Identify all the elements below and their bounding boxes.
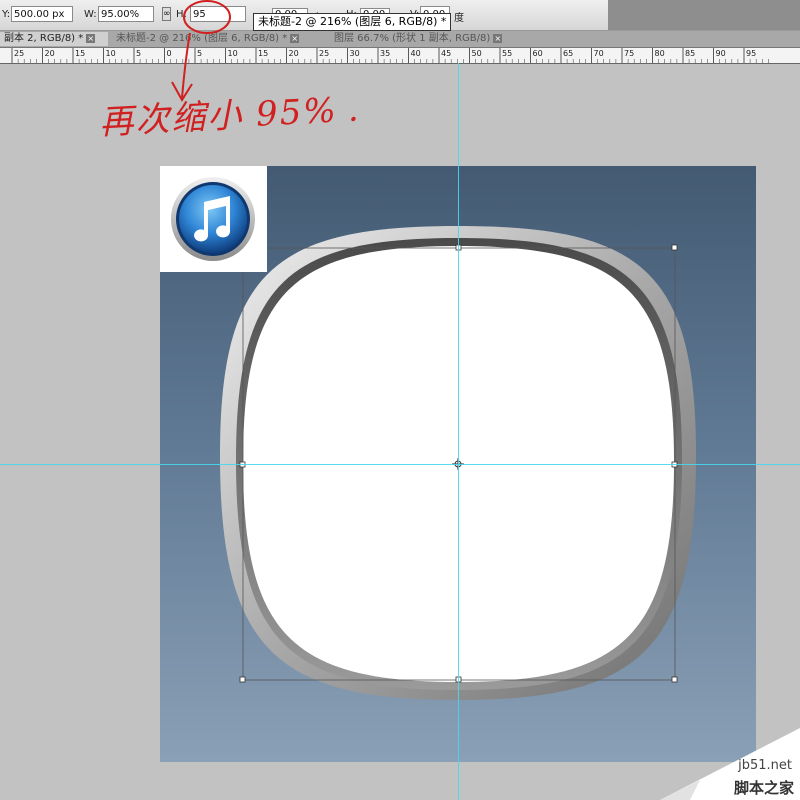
- watermark-name: 脚本之家: [733, 779, 794, 797]
- watermark-url: jb51.net: [738, 758, 792, 773]
- watermark: jb51.net 脚本之家: [660, 728, 800, 800]
- document-tooltip: 未标题-2 @ 216% (图层 6, RGB/8) *: [253, 13, 452, 31]
- annotation-circle: [183, 0, 231, 34]
- annotation-dot: .: [346, 89, 362, 130]
